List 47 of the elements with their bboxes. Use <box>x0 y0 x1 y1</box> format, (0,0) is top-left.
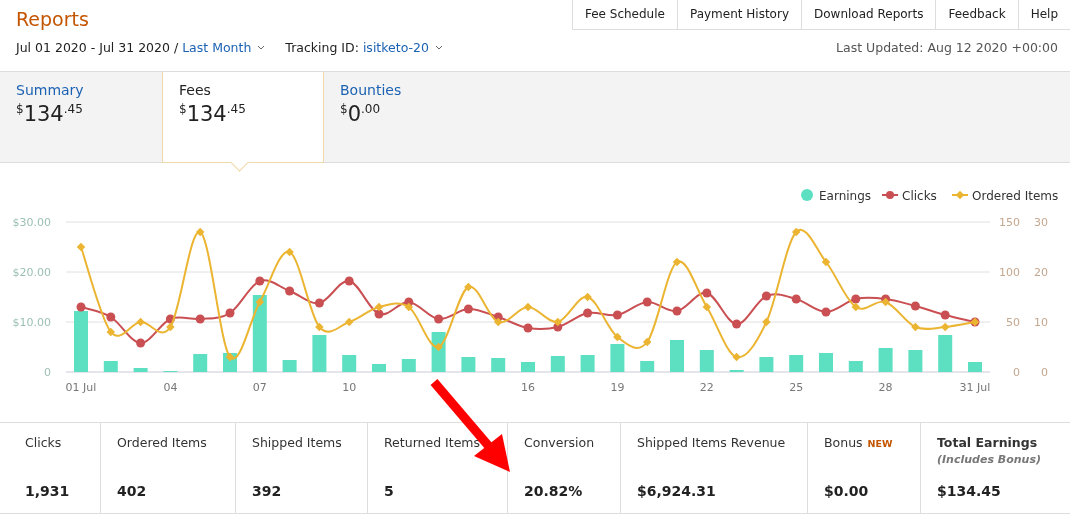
stat-value: 20.82% <box>524 483 583 499</box>
stat-value: 1,931 <box>25 483 70 499</box>
axis-label: 50 <box>1006 316 1020 329</box>
stat-label: Shipped Items <box>252 435 342 450</box>
axis-label: 30 <box>1034 216 1048 229</box>
axis-label: 0 <box>1013 366 1020 379</box>
stat-value: 402 <box>117 483 147 499</box>
axis-label: 16 <box>521 381 535 394</box>
date-range: Jul 01 2020 - Jul 31 2020 / <box>16 40 179 55</box>
axis-label: 01 Jul <box>65 381 97 394</box>
axis-label: 20 <box>1034 266 1048 279</box>
stat-label: Bonus <box>824 435 863 450</box>
axis-label: $10.00 <box>12 316 51 329</box>
stat-value: 392 <box>252 483 282 499</box>
stat-label: Clicks <box>25 435 62 450</box>
axis-label: 150 <box>999 216 1020 229</box>
axis-label: 0 <box>1041 366 1048 379</box>
axis-label: 28 <box>878 381 893 394</box>
axis-label: 0 <box>44 366 51 379</box>
axis-label: 10 <box>342 381 357 394</box>
axis-label: 10 <box>1034 316 1048 329</box>
new-label: NEW <box>867 438 893 449</box>
axis-label: 19 <box>610 381 625 394</box>
legend-label: Earnings <box>819 189 872 203</box>
stat-label: Returned Items <box>384 435 481 450</box>
stat-value: $0.00 <box>824 483 869 499</box>
axis-label: 04 <box>163 381 178 394</box>
tracking-label: Tracking ID: <box>285 40 359 55</box>
stat-label: Conversion <box>524 435 595 450</box>
axis-label: 07 <box>252 381 267 394</box>
page-title: Reports <box>16 8 89 32</box>
axis-label: $20.00 <box>12 266 51 279</box>
axis-label: 25 <box>789 381 804 394</box>
stat-label: Total Earnings <box>937 435 1038 450</box>
stat-value: $6,924.31 <box>637 483 716 499</box>
axis-label: $30.00 <box>12 216 51 229</box>
last-updated: Last Updated: Aug 12 2020 +00:00 <box>836 40 1058 55</box>
stat-value: 5 <box>384 483 394 499</box>
legend-label: Clicks <box>902 189 937 203</box>
axis-label: 22 <box>699 381 714 394</box>
stat-note: (Includes Bonus) <box>937 453 1042 466</box>
stat-label: Ordered Items <box>117 435 207 450</box>
stat-value: $134.45 <box>937 483 1001 499</box>
legend-label: Ordered Items <box>972 189 1059 203</box>
axis-label: 100 <box>999 266 1020 279</box>
stat-label: Shipped Items Revenue <box>637 435 786 450</box>
axis-label: 31 Jul <box>959 381 991 394</box>
